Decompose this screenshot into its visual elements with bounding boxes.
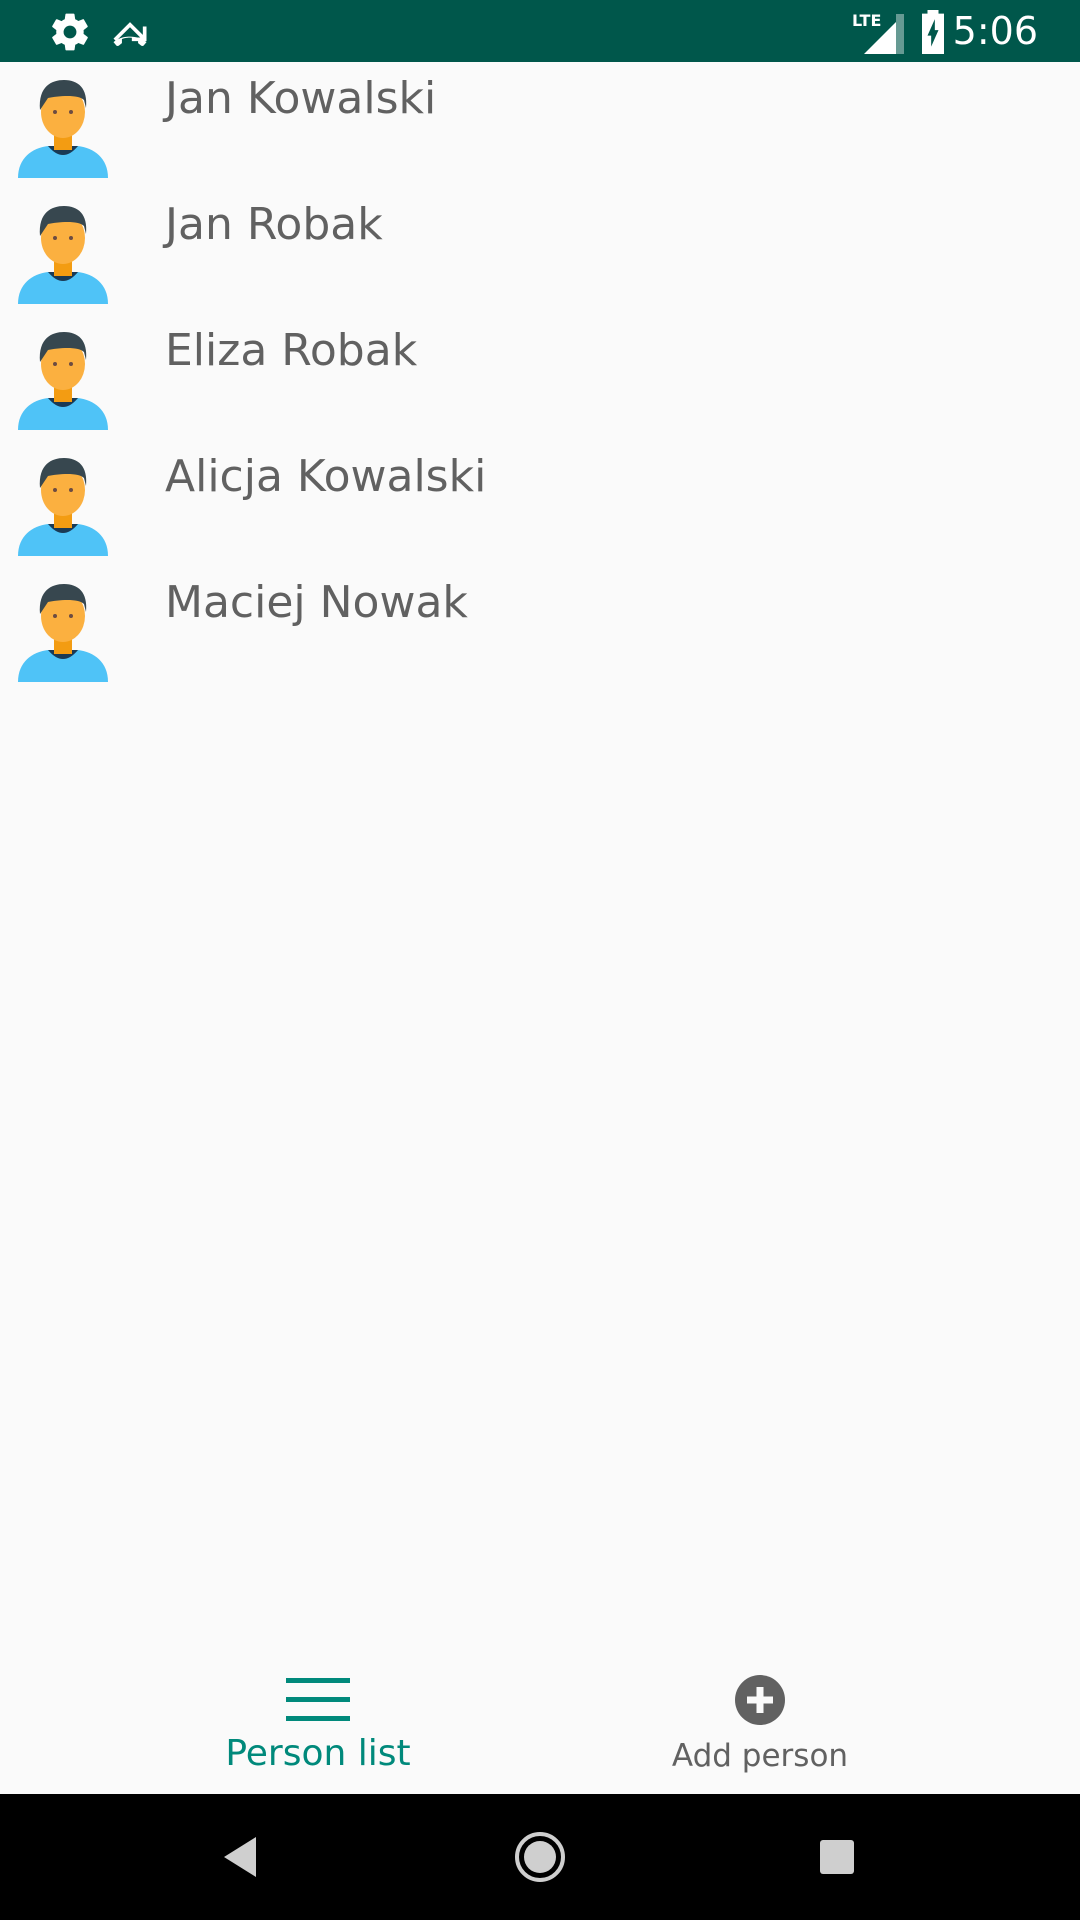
list-item[interactable]: Jan Robak [0, 188, 1080, 314]
person-avatar-icon [18, 72, 108, 178]
list-item[interactable]: Jan Kowalski [0, 62, 1080, 188]
list-item[interactable]: Eliza Robak [0, 314, 1080, 440]
battery-charging-icon [918, 10, 948, 54]
person-name: Jan Kowalski [165, 73, 437, 124]
status-time: 5:06 [952, 9, 1038, 53]
nav-item-add-person[interactable]: Add person [490, 1644, 1030, 1794]
lte-signal-icon: LTE [852, 10, 904, 54]
list-item[interactable]: Maciej Nowak [0, 566, 1080, 692]
person-avatar-icon [18, 576, 108, 682]
back-icon[interactable] [208, 1825, 272, 1889]
app-screen: LTE 5:06 Jan Kowalski Jan Robak Eliza Ro… [0, 0, 1080, 1920]
missed-call-icon [108, 10, 152, 54]
person-name: Eliza Robak [165, 325, 418, 376]
gear-icon [48, 10, 92, 54]
person-list: Jan Kowalski Jan Robak Eliza Robak Alicj… [0, 62, 1080, 692]
list-menu-icon [286, 1672, 350, 1728]
person-name: Jan Robak [165, 199, 383, 250]
person-avatar-icon [18, 450, 108, 556]
system-navigation-bar [0, 1794, 1080, 1920]
status-bar: LTE 5:06 [0, 0, 1080, 62]
person-avatar-icon [18, 198, 108, 304]
recents-icon[interactable] [805, 1825, 869, 1889]
bottom-navigation: Person list Add person [0, 1644, 1080, 1794]
person-name: Alicja Kowalski [165, 451, 487, 502]
home-icon[interactable] [508, 1825, 572, 1889]
person-avatar-icon [18, 324, 108, 430]
person-name: Maciej Nowak [165, 577, 468, 628]
svg-text:LTE: LTE [852, 11, 881, 30]
add-circle-icon [734, 1674, 786, 1726]
list-item[interactable]: Alicja Kowalski [0, 440, 1080, 566]
nav-label-add-person: Add person [671, 1738, 849, 1774]
